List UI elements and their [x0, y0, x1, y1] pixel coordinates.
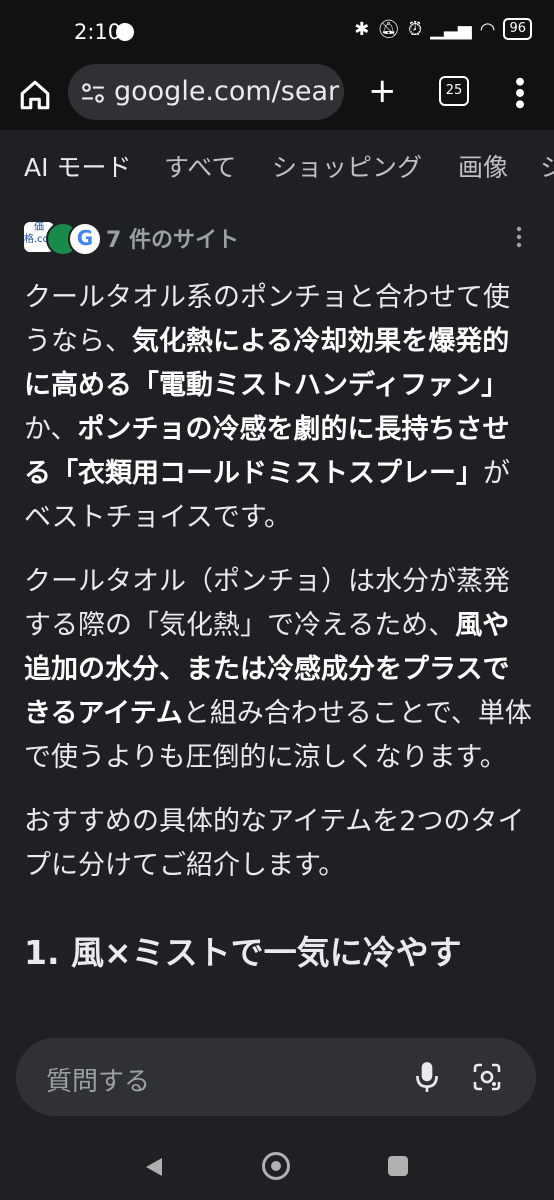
- wifi-icon: ◠: [479, 18, 496, 40]
- signal-icon: ▁▃▅: [430, 18, 472, 40]
- new-tab-icon[interactable]: +: [368, 74, 397, 108]
- paragraph-text: おすすめの具体的なアイテムを2つのタイプに分けてご紹介します。: [24, 806, 525, 881]
- status-bar: 2:10 ✱ 🔕︎ ⏰︎ ▁▃▅ ◠ 96: [0, 0, 554, 64]
- url-text: google.com/sear: [114, 76, 340, 107]
- notification-dot-icon: [116, 23, 134, 41]
- status-time: 2:10: [74, 20, 122, 44]
- bluetooth-icon: ✱: [354, 18, 370, 40]
- paragraph-text: クールタオル（ポンチョ）は水分が蒸発する際の「気化熱」で冷えるため、: [24, 566, 510, 641]
- tab-all[interactable]: すべて: [164, 148, 236, 184]
- tab-next-truncated[interactable]: シ: [540, 148, 554, 184]
- more-menu-icon[interactable]: [508, 76, 532, 110]
- home-nav-icon[interactable]: [262, 1152, 290, 1180]
- paragraph-emphasis: ポンチョの冷感を劇的に長持ちさせる「衣類用コールドミストスプレー」: [24, 414, 510, 489]
- more-options-icon[interactable]: [516, 226, 522, 248]
- home-icon[interactable]: [18, 78, 52, 112]
- google-lens-icon[interactable]: [472, 1062, 502, 1092]
- answer-paragraph-3: おすすめの具体的なアイテムを2つのタイプに分けてご紹介します。: [24, 800, 534, 888]
- google-logo-icon: G: [68, 222, 102, 256]
- site-settings-icon[interactable]: [80, 80, 106, 106]
- browser-toolbar: google.com/sear + 25: [0, 64, 554, 130]
- tab-ai-mode[interactable]: AI モード: [24, 148, 131, 184]
- answer-paragraph-1: クールタオル系のポンチョと合わせて使うなら、気化熱による冷却効果を爆発的に高める…: [24, 276, 534, 540]
- microphone-icon[interactable]: [414, 1060, 440, 1094]
- sources-chip[interactable]: 価格.com G 7 件のサイト: [24, 220, 530, 256]
- status-icons: ✱ 🔕︎ ⏰︎ ▁▃▅ ◠ 96: [354, 18, 532, 40]
- tab-images[interactable]: 画像: [458, 148, 508, 184]
- sources-count-label: 7 件のサイト: [106, 228, 239, 253]
- back-icon[interactable]: [144, 1156, 164, 1178]
- tab-shopping[interactable]: ショッピング: [272, 148, 422, 184]
- mute-bell-icon: 🔕︎: [377, 18, 401, 40]
- ask-placeholder: 質問する: [46, 1067, 151, 1097]
- recents-icon[interactable]: [388, 1156, 408, 1176]
- ai-answer-content: クールタオル系のポンチョと合わせて使うなら、気化熱による冷却効果を爆発的に高める…: [24, 276, 534, 978]
- answer-paragraph-2: クールタオル（ポンチョ）は水分が蒸発する際の「気化熱」で冷えるため、風や追加の水…: [24, 560, 534, 780]
- address-bar[interactable]: google.com/sear: [68, 64, 344, 120]
- section-heading: 1. 風×ミストで一気に冷やす: [24, 933, 462, 972]
- battery-icon: 96: [503, 18, 532, 40]
- tab-switcher-button[interactable]: 25: [439, 76, 469, 106]
- paragraph-text: か、: [24, 414, 78, 445]
- system-navigation-bar: [0, 1120, 554, 1200]
- alarm-icon: ⏰︎: [408, 18, 423, 40]
- ask-input[interactable]: 質問する: [16, 1038, 536, 1116]
- search-filter-tabs: AI モード すべて ショッピング 画像 シ: [0, 130, 554, 200]
